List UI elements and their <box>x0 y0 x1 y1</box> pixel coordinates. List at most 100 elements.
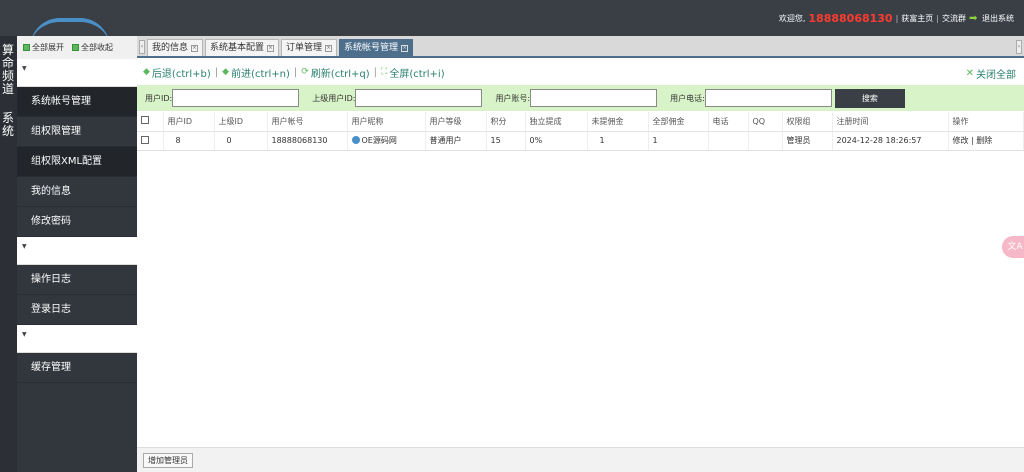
close-icon[interactable]: × <box>267 44 275 52</box>
bottom-bar: 增加管理员 <box>137 447 1024 472</box>
sidebar-item-operation-log[interactable]: 操作日志 <box>17 265 137 295</box>
cell-commission-rate: 0% <box>525 131 588 151</box>
col-user-id: 用户ID <box>163 112 215 132</box>
close-icon[interactable]: × <box>191 44 199 52</box>
cell-group: 管理员 <box>782 131 833 151</box>
select-all-checkbox[interactable] <box>141 116 149 125</box>
col-reg-time: 注册时间 <box>832 112 949 132</box>
close-icon[interactable]: × <box>401 44 409 52</box>
tab-scroll-left-icon[interactable]: ‹ <box>139 40 145 54</box>
channel-system[interactable]: 系统 <box>2 112 16 138</box>
col-total-commission: 全部佣金 <box>648 112 709 132</box>
cell-nickname: OE源码网 <box>361 136 397 145</box>
phone-input[interactable] <box>704 89 832 107</box>
add-admin-button[interactable]: 增加管理员 <box>143 453 193 468</box>
cell-account: 18888068130 <box>267 131 348 151</box>
parent-id-label: 上级用户ID: <box>312 93 356 103</box>
translate-icon[interactable]: 文A <box>1002 236 1024 258</box>
chevron-down-icon: ▼ <box>22 65 27 72</box>
tab-my-info[interactable]: 我的信息 × <box>147 39 204 56</box>
channel-fortune[interactable]: 算命频道 <box>2 44 16 96</box>
col-unwithdrawn: 未提佣金 <box>587 112 649 132</box>
sidebar-group-2-header[interactable]: ▼ <box>17 237 137 265</box>
expand-all-button[interactable]: 全部展开 <box>23 42 64 53</box>
top-header: 欢迎您, 18888068130 | 获富主页 | 交流群 ➡ 退出系统 <box>0 0 1024 36</box>
user-phone: 18888068130 <box>808 12 893 25</box>
user-id-label: 用户ID: <box>145 93 173 103</box>
cell-reg-time: 2024-12-28 18:26:57 <box>832 131 949 151</box>
col-points: 积分 <box>486 112 526 132</box>
cell-qq <box>748 131 783 151</box>
tab-system-config[interactable]: 系统基本配置 × <box>205 39 280 56</box>
sidebar-item-login-log[interactable]: 登录日志 <box>17 295 137 325</box>
sidebar-item-group-xml[interactable]: 组权限XML配置 <box>17 147 137 177</box>
cell-user-id: 8 <box>163 131 215 151</box>
cell-points: 15 <box>486 131 526 151</box>
search-bar: 用户ID: 上级用户ID: 用户账号: 用户电话: 搜索 <box>137 85 1024 111</box>
col-phone: 电话 <box>708 112 749 132</box>
channel-strip: 算命频道 系统 <box>0 36 17 472</box>
tab-system-account[interactable]: 系统帐号管理 × <box>339 39 414 56</box>
close-icon[interactable]: × <box>325 44 333 52</box>
close-icon: ✕ <box>965 68 974 79</box>
refresh-icon: ⟳ <box>301 67 309 77</box>
welcome-text: 欢迎您, <box>778 14 806 23</box>
group-link[interactable]: 交流群 <box>942 13 966 24</box>
tabs-bar: ‹ 我的信息 × 系统基本配置 × 订单管理 × 系统帐号管理 × › <box>137 36 1024 58</box>
cell-parent-id: 0 <box>214 131 268 151</box>
fullscreen-icon: ⛶ <box>381 67 388 77</box>
refresh-button[interactable]: ⟳ 刷新(ctrl+q) <box>301 65 369 80</box>
tab-scroll-right-icon[interactable]: › <box>1016 40 1022 54</box>
sidebar-group-3-header[interactable]: ▼ <box>17 325 137 353</box>
logout-icon[interactable]: ➡ <box>969 13 979 24</box>
user-id-input[interactable] <box>172 89 300 107</box>
account-input[interactable] <box>530 89 658 107</box>
chevron-down-icon: ▼ <box>22 243 27 250</box>
edit-link[interactable]: 修改 <box>953 136 969 145</box>
table-header-row: 用户ID 上级ID 用户帐号 用户昵称 用户等级 积分 独立提成 未提佣金 全部… <box>137 112 1024 132</box>
collapse-icon <box>72 44 79 51</box>
phone-label: 用户电话: <box>670 93 705 103</box>
sidebar-item-cache[interactable]: 缓存管理 <box>17 353 137 383</box>
account-label: 用户账号: <box>495 93 531 103</box>
sidebar-item-group-permission[interactable]: 组权限管理 <box>17 117 137 147</box>
account-table: 用户ID 上级ID 用户帐号 用户昵称 用户等级 积分 独立提成 未提佣金 全部… <box>137 112 1024 151</box>
tab-order-management[interactable]: 订单管理 × <box>281 39 338 56</box>
col-level: 用户等级 <box>425 112 487 132</box>
parent-id-input[interactable] <box>355 89 483 107</box>
col-parent-id: 上级ID <box>214 112 268 132</box>
sidebar-item-change-password[interactable]: 修改密码 <box>17 207 137 237</box>
home-link[interactable]: 获富主页 <box>901 13 933 24</box>
sidebar-toolbar: 全部展开 全部收起 <box>17 36 137 59</box>
chevron-down-icon: ▼ <box>22 331 27 338</box>
table-row: 8 0 18888068130 OE源码网 普通用户 15 0% 1 1 管理员… <box>137 131 1024 151</box>
col-actions: 操作 <box>948 112 1024 132</box>
col-commission-rate: 独立提成 <box>525 112 588 132</box>
back-button[interactable]: ◆ 后退(ctrl+b) <box>143 65 211 80</box>
logout-link[interactable]: 退出系统 <box>982 13 1014 24</box>
cell-level: 普通用户 <box>425 131 487 151</box>
sidebar-item-system-account[interactable]: 系统帐号管理 <box>17 87 137 117</box>
col-qq: QQ <box>748 112 783 132</box>
cell-phone <box>708 131 749 151</box>
close-all-button[interactable]: ✕ 关闭全部 <box>966 66 1016 81</box>
collapse-all-button[interactable]: 全部收起 <box>72 42 113 53</box>
col-account: 用户帐号 <box>267 112 348 132</box>
arrow-right-icon: ◆ <box>222 67 230 77</box>
sidebar-group-1-header[interactable]: ▼ <box>17 59 137 87</box>
cell-unwithdrawn: 1 <box>587 131 649 151</box>
nav-toolbar: ◆ 后退(ctrl+b) | ◆ 前进(ctrl+n) | ⟳ 刷新(ctrl+… <box>137 60 1024 84</box>
header-user-area: 欢迎您, 18888068130 | 获富主页 | 交流群 ➡ 退出系统 <box>778 12 1014 25</box>
forward-button[interactable]: ◆ 前进(ctrl+n) <box>222 65 290 80</box>
delete-link[interactable]: 删除 <box>976 136 992 145</box>
col-nickname: 用户昵称 <box>347 112 426 132</box>
row-checkbox[interactable] <box>141 135 149 144</box>
fullscreen-button[interactable]: ⛶ 全屏(ctrl+i) <box>381 65 445 80</box>
tab-list: 我的信息 × 系统基本配置 × 订单管理 × 系统帐号管理 × <box>147 39 414 56</box>
search-button[interactable]: 搜索 <box>834 88 905 108</box>
arrow-left-icon: ◆ <box>143 67 150 77</box>
sidebar-item-my-info[interactable]: 我的信息 <box>17 177 137 207</box>
cell-total-commission: 1 <box>648 131 709 151</box>
col-group: 权限组 <box>782 112 833 132</box>
sidebar: 全部展开 全部收起 ▼ 系统帐号管理 组权限管理 组权限XML配置 我的信息 修… <box>17 36 137 472</box>
